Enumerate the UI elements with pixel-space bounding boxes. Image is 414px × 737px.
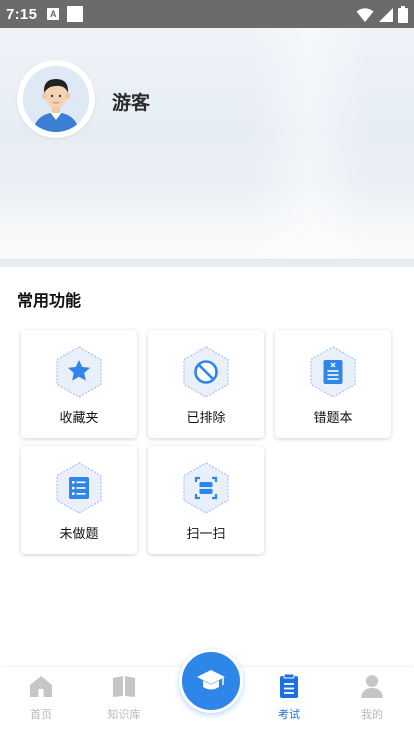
checklist-icon <box>56 462 102 514</box>
notification-square-icon <box>67 6 84 22</box>
ban-icon <box>183 346 229 398</box>
favorites-card[interactable]: 收藏夹 <box>21 330 137 438</box>
tab-exam[interactable]: 考试 <box>259 673 319 722</box>
tab-knowledge[interactable]: 知识库 <box>94 673 154 722</box>
notebook-icon <box>310 346 356 398</box>
tab-mine[interactable]: 我的 <box>342 673 402 722</box>
person-icon <box>361 675 383 698</box>
header-decoration <box>0 178 414 258</box>
username: 游客 <box>112 92 151 114</box>
card-label: 未做题 <box>59 527 99 542</box>
tab-label: 首页 <box>30 708 52 721</box>
status-time: 7:15 <box>6 5 38 23</box>
card-label: 收藏夹 <box>59 411 99 426</box>
scan-icon <box>183 462 229 514</box>
notification-a-icon: A <box>47 8 60 20</box>
status-bar: 7:15 A <box>0 0 414 28</box>
avatar-person-icon <box>23 66 89 132</box>
tab-label: 我的 <box>361 708 383 721</box>
card-label: 错题本 <box>313 411 353 426</box>
undone-card[interactable]: 未做题 <box>21 446 137 554</box>
signal-icon <box>379 7 393 22</box>
section-title: 常用功能 <box>17 291 82 310</box>
tab-home[interactable]: 首页 <box>11 673 71 722</box>
scan-card[interactable]: 扫一扫 <box>148 446 264 554</box>
wrong-questions-card[interactable]: 错题本 <box>275 330 391 438</box>
exam-clipboard-icon <box>280 673 298 698</box>
battery-icon <box>398 6 408 23</box>
section-divider <box>0 259 414 267</box>
excluded-card[interactable]: 已排除 <box>148 330 264 438</box>
card-label: 已排除 <box>186 411 226 426</box>
avatar-image <box>23 66 89 132</box>
tab-label: 知识库 <box>107 708 141 721</box>
card-label: 扫一扫 <box>186 527 226 542</box>
book-icon <box>113 676 135 697</box>
center-action-button[interactable] <box>179 649 243 713</box>
star-icon <box>56 346 102 398</box>
wifi-icon <box>356 7 374 22</box>
avatar[interactable] <box>17 60 95 138</box>
tab-label: 考试 <box>278 708 300 721</box>
profile-header: 游客 <box>0 28 414 261</box>
graduation-cap-icon <box>197 670 225 690</box>
home-icon <box>30 676 52 697</box>
